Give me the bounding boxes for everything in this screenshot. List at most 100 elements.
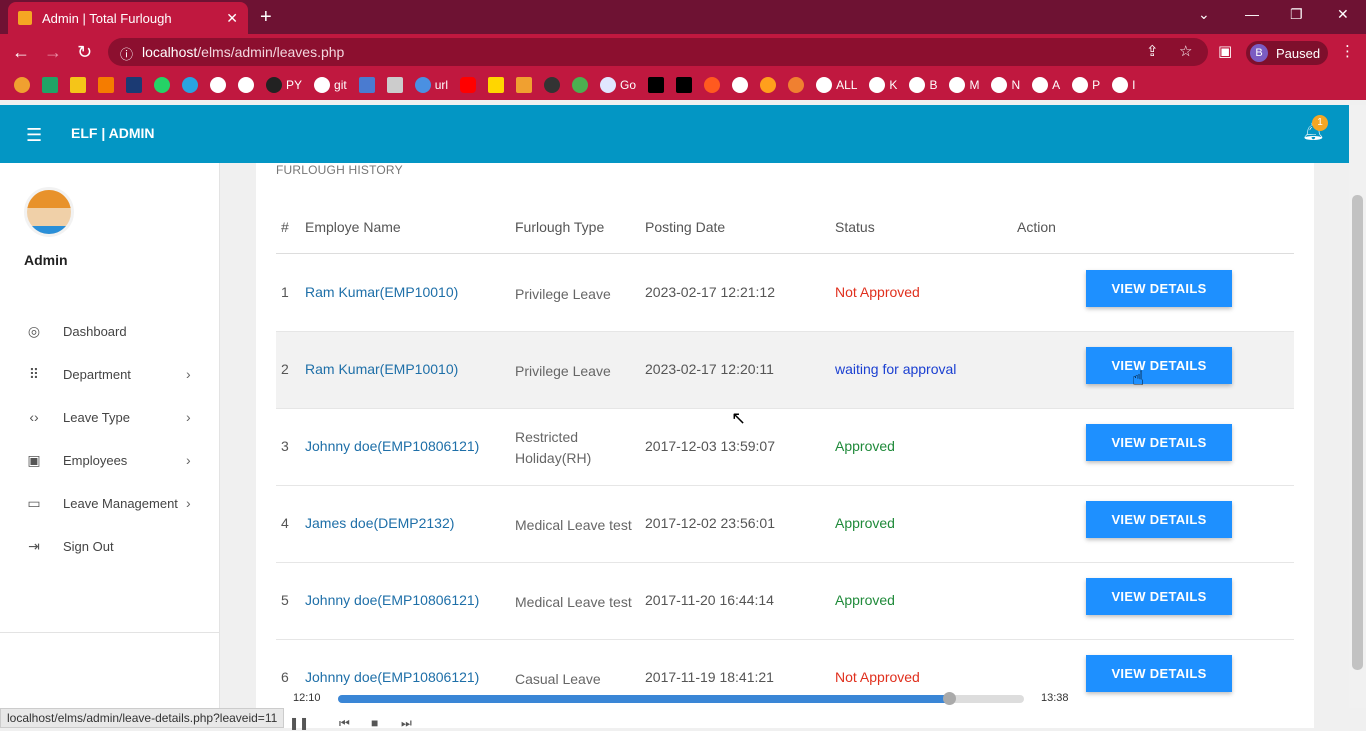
url-field[interactable]: ⓘ localhost/elms/admin/leaves.php	[108, 38, 1208, 66]
bookmark-item[interactable]	[94, 77, 118, 93]
bookmark-item[interactable]: P	[1068, 77, 1104, 93]
sidebar-item-dashboard[interactable]: ◎ Dashboard	[0, 316, 220, 346]
sidebar-item-label: Department	[63, 366, 131, 382]
sidebar-item-department[interactable]: ⠿ Department ›	[0, 359, 220, 389]
bookmark-icon	[42, 77, 58, 93]
row-number: 6	[281, 669, 289, 685]
page-scrollbar-thumb[interactable]	[1352, 195, 1363, 670]
chevron-down-icon[interactable]: ⌄	[1198, 6, 1210, 23]
bookmark-item[interactable]	[10, 77, 34, 93]
table-row: 5 Johnny doe(EMP10806121) Medical Leave …	[276, 563, 1294, 640]
furlough-type: Restricted Holiday(RH)	[515, 429, 592, 466]
view-details-button[interactable]: VIEW DETAILS	[1086, 501, 1232, 538]
app-header: ☰ ELF | ADMIN 🔔︎ 1	[0, 105, 1349, 163]
profile-button[interactable]: B Paused	[1246, 41, 1328, 65]
avatar	[24, 187, 74, 237]
bookmark-item[interactable]	[568, 77, 592, 93]
bookmark-item[interactable]	[122, 77, 146, 93]
view-details-button[interactable]: VIEW DETAILS	[1086, 578, 1232, 615]
bookmark-item[interactable]	[456, 77, 480, 93]
bookmark-item[interactable]: B	[905, 77, 941, 93]
bookmark-item[interactable]	[234, 77, 258, 93]
skip-back-icon[interactable]: ⏮	[339, 716, 350, 731]
new-tab-icon[interactable]: +	[260, 6, 272, 29]
bookmark-item[interactable]	[512, 77, 536, 93]
bookmark-item[interactable]	[150, 77, 174, 93]
reload-icon[interactable]: ↻	[77, 42, 92, 63]
table-header: # Employe Name Furlough Type Posting Dat…	[276, 209, 1294, 254]
share-icon[interactable]: ⇪	[1146, 42, 1159, 60]
status-text: Approved	[835, 515, 895, 531]
bookmark-item[interactable]	[700, 77, 724, 93]
bookmark-item[interactable]	[178, 77, 202, 93]
sidebar-item-sign-out[interactable]: ⇥ Sign Out	[0, 531, 220, 561]
browser-tab[interactable]: Admin | Total Furlough ✕	[8, 2, 248, 34]
bookmark-item[interactable]	[644, 77, 668, 93]
employee-name-link[interactable]: James doe(DEMP2132)	[305, 515, 454, 531]
window-close-icon[interactable]: ✕	[1337, 6, 1349, 23]
bookmark-item[interactable]	[355, 77, 379, 93]
mouse-pointer-icon: ↖	[731, 408, 747, 428]
view-details-button[interactable]: VIEW DETAILS	[1086, 347, 1232, 384]
player-seek-bar[interactable]	[338, 692, 1024, 705]
bookmark-item[interactable]: ALL	[812, 77, 861, 93]
sidebar-item-label: Leave Management	[63, 495, 178, 511]
chevron-right-icon: ›	[186, 452, 191, 468]
google-icon	[1032, 77, 1049, 93]
employee-name-link[interactable]: Johnny doe(EMP10806121)	[305, 592, 479, 608]
bookmark-item[interactable]	[728, 77, 752, 93]
bookmark-item[interactable]: PY	[262, 77, 306, 93]
forward-icon[interactable]: →	[44, 42, 62, 63]
view-details-button[interactable]: VIEW DETAILS	[1086, 270, 1232, 307]
furlough-history-card: FURLOUGH HISTORY # Employe Name Furlough…	[256, 163, 1314, 728]
employee-name-link[interactable]: Johnny doe(EMP10806121)	[305, 438, 479, 454]
sidebar-item-label: Dashboard	[63, 323, 127, 339]
skip-forward-icon[interactable]: ⏭	[401, 716, 412, 731]
bookmark-item[interactable]	[540, 77, 564, 93]
google-icon	[238, 77, 254, 93]
bookmark-item[interactable]	[484, 77, 508, 93]
bookmark-item[interactable]: git	[310, 77, 351, 93]
bookmark-item[interactable]	[206, 77, 230, 93]
google-icon	[869, 77, 886, 93]
info-icon[interactable]: ⓘ	[120, 44, 133, 63]
minimize-icon[interactable]: —	[1245, 6, 1259, 22]
bookmark-item[interactable]	[383, 77, 407, 93]
bookmark-item[interactable]: Go	[596, 77, 640, 93]
employee-name-link[interactable]: Ram Kumar(EMP10010)	[305, 284, 458, 300]
player-seek-handle[interactable]	[942, 692, 956, 705]
sidebar-toggle-icon[interactable]: ▣	[1218, 42, 1232, 60]
bookmark-item[interactable]	[672, 77, 696, 93]
bookmark-item[interactable]	[66, 77, 90, 93]
sidebar-item-leave-type[interactable]: ‹› Leave Type ›	[0, 402, 220, 432]
bookmark-item[interactable]	[38, 77, 62, 93]
view-details-button[interactable]: VIEW DETAILS	[1086, 655, 1232, 692]
bookmark-item[interactable]: N	[987, 77, 1024, 93]
back-icon[interactable]: ←	[12, 42, 30, 63]
bookmark-item[interactable]	[784, 77, 808, 93]
sidebar-item-leave-management[interactable]: ▭ Leave Management ›	[0, 488, 220, 518]
star-icon[interactable]: ☆	[1179, 42, 1192, 60]
employee-name-link[interactable]: Ram Kumar(EMP10010)	[305, 361, 458, 377]
bookmark-item[interactable]: A	[1028, 77, 1064, 93]
sidebar-item-employees[interactable]: ▣ Employees ›	[0, 445, 220, 475]
bookmark-icon	[760, 77, 777, 93]
bookmark-icon	[544, 77, 561, 93]
bookmark-icon	[386, 77, 403, 93]
bookmark-item[interactable]	[756, 77, 780, 93]
xampp-icon	[18, 11, 32, 25]
row-number: 3	[281, 438, 289, 454]
close-icon[interactable]: ✕	[226, 10, 238, 27]
bookmark-item[interactable]: M	[945, 77, 983, 93]
posting-date: 2023-02-17 12:20:11	[645, 361, 774, 377]
bookmark-item[interactable]: url	[411, 77, 452, 93]
view-details-button[interactable]: VIEW DETAILS	[1086, 424, 1232, 461]
bookmark-item[interactable]: K	[865, 77, 901, 93]
hamburger-menu-icon[interactable]: ☰	[26, 125, 42, 146]
more-icon[interactable]: ⋮	[1340, 42, 1355, 60]
chevron-right-icon: ›	[186, 495, 191, 511]
sidebar-item-label: Sign Out	[63, 538, 114, 554]
bookmark-item[interactable]: I	[1108, 77, 1139, 93]
employee-name-link[interactable]: Johnny doe(EMP10806121)	[305, 669, 479, 685]
restore-icon[interactable]: ❐	[1290, 6, 1303, 23]
